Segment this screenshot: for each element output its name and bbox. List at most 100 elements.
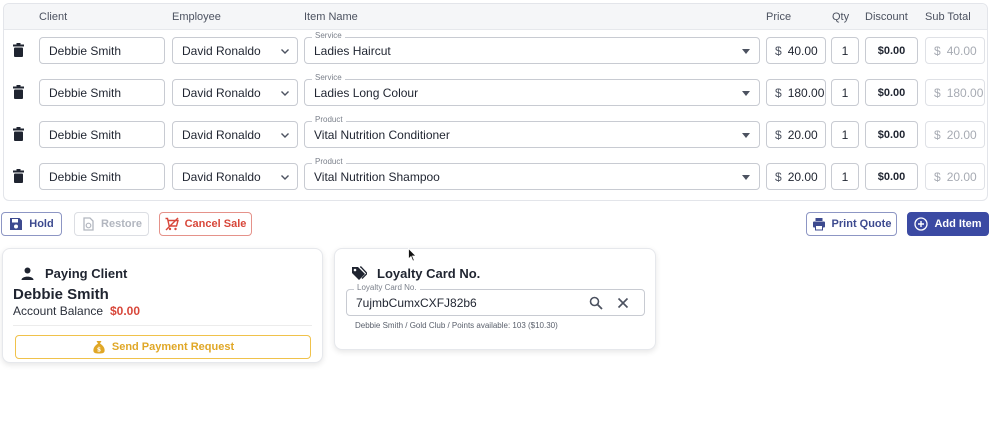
send-payment-request-label: Send Payment Request [111, 341, 235, 353]
dropdown-arrow-icon [742, 133, 750, 138]
tags-icon [352, 266, 367, 280]
cart-cancel-icon [165, 217, 179, 231]
employee-select[interactable]: David Ronaldo [172, 37, 298, 64]
currency-symbol: $ [775, 43, 782, 58]
qty-field[interactable]: 1 [831, 121, 859, 148]
price-field[interactable]: $180.00 [766, 79, 826, 106]
header-sub-total: Sub Total [925, 11, 971, 23]
client-field[interactable]: Debbie Smith [39, 79, 165, 106]
currency-symbol: $ [775, 85, 782, 100]
item-type-label: Service [312, 31, 345, 41]
dropdown-arrow-icon [742, 49, 750, 54]
chevron-down-icon [281, 133, 289, 138]
employee-value: David Ronaldo [182, 169, 261, 184]
currency-symbol: $ [934, 127, 941, 142]
header-employee: Employee [172, 11, 221, 23]
loyalty-field-label: Loyalty Card No. [354, 283, 420, 293]
price-value: 20.00 [787, 127, 818, 142]
add-item-label: Add Item [934, 218, 982, 230]
header-qty: Qty [832, 11, 850, 23]
trash-icon[interactable] [13, 127, 24, 141]
cancel-sale-button[interactable]: Cancel Sale [159, 212, 252, 236]
loyalty-card-title: Loyalty Card No. [377, 266, 481, 281]
hold-label: Hold [29, 218, 54, 230]
item-name-value: Ladies Long Colour [314, 85, 419, 100]
loyalty-card-input[interactable]: Loyalty Card No. 7ujmbCumxCXFJ82b6 [346, 283, 645, 316]
price-value: 20.00 [787, 169, 818, 184]
add-item-button[interactable]: Add Item [907, 212, 989, 236]
employee-select[interactable]: David Ronaldo [172, 121, 298, 148]
person-icon [21, 267, 34, 280]
subtotal-value: 180.00 [946, 85, 984, 100]
item-name-value: Ladies Haircut [314, 43, 391, 58]
subtotal-field: $180.00 [925, 79, 985, 106]
divider [13, 325, 312, 326]
subtotal-value: 20.00 [946, 169, 977, 184]
floppy-disk-icon [10, 218, 23, 230]
restore-icon [83, 217, 94, 231]
item-select[interactable]: Service Ladies Long Colour [304, 73, 760, 106]
table-row: Debbie Smith David Ronaldo Product Vital … [4, 115, 987, 158]
employee-value: David Ronaldo [182, 127, 261, 142]
currency-symbol: $ [775, 169, 782, 184]
currency-symbol: $ [934, 85, 941, 100]
qty-field[interactable]: 1 [831, 37, 859, 64]
price-value: 40.00 [787, 43, 818, 58]
table-row: Debbie Smith David Ronaldo Service Ladies… [4, 31, 987, 74]
table-row: Debbie Smith David Ronaldo Service Ladies… [4, 73, 987, 116]
trash-icon[interactable] [13, 169, 24, 183]
discount-field[interactable]: $0.00 [865, 37, 918, 64]
loyalty-card-panel: Loyalty Card No. Loyalty Card No. 7ujmbC… [334, 248, 656, 350]
send-payment-request-button[interactable]: $ Send Payment Request [15, 335, 311, 359]
item-select[interactable]: Product Vital Nutrition Shampoo [304, 157, 760, 190]
dropdown-arrow-icon [742, 175, 750, 180]
item-select[interactable]: Service Ladies Haircut [304, 31, 760, 64]
employee-value: David Ronaldo [182, 85, 261, 100]
item-name-value: Vital Nutrition Conditioner [314, 127, 450, 142]
discount-field[interactable]: $0.00 [865, 79, 918, 106]
price-value: 180.00 [787, 85, 825, 100]
loyalty-card-value: 7ujmbCumxCXFJ82b6 [356, 295, 477, 310]
price-field[interactable]: $20.00 [766, 121, 826, 148]
item-type-label: Product [312, 115, 346, 125]
subtotal-field: $20.00 [925, 121, 985, 148]
account-balance-value: $0.00 [110, 304, 141, 318]
paying-client-title: Paying Client [45, 266, 128, 281]
hold-button[interactable]: Hold [1, 212, 62, 236]
item-type-label: Product [312, 157, 346, 167]
subtotal-field: $40.00 [925, 37, 985, 64]
print-quote-button[interactable]: Print Quote [806, 212, 897, 236]
cancel-sale-label: Cancel Sale [184, 218, 247, 230]
client-field[interactable]: Debbie Smith [39, 121, 165, 148]
employee-select[interactable]: David Ronaldo [172, 163, 298, 190]
employee-select[interactable]: David Ronaldo [172, 79, 298, 106]
qty-field[interactable]: 1 [831, 163, 859, 190]
price-field[interactable]: $20.00 [766, 163, 826, 190]
subtotal-value: 20.00 [946, 127, 977, 142]
item-select[interactable]: Product Vital Nutrition Conditioner [304, 115, 760, 148]
item-name-value: Vital Nutrition Shampoo [314, 169, 440, 184]
close-icon[interactable] [617, 297, 629, 309]
svg-text:$: $ [97, 347, 101, 354]
client-field[interactable]: Debbie Smith [39, 37, 165, 64]
table-header: Client Employee Item Name Price Qty Disc… [4, 4, 987, 30]
discount-field[interactable]: $0.00 [865, 121, 918, 148]
printer-icon [812, 218, 825, 231]
discount-field[interactable]: $0.00 [865, 163, 918, 190]
table-row: Debbie Smith David Ronaldo Product Vital … [4, 157, 987, 200]
trash-icon[interactable] [13, 85, 24, 99]
header-client: Client [39, 11, 68, 23]
qty-field[interactable]: 1 [831, 79, 859, 106]
chevron-down-icon [281, 49, 289, 54]
currency-symbol: $ [934, 43, 941, 58]
client-field[interactable]: Debbie Smith [39, 163, 165, 190]
search-icon[interactable] [589, 296, 603, 310]
price-field[interactable]: $40.00 [766, 37, 826, 64]
currency-symbol: $ [934, 169, 941, 184]
paying-client-card: Paying Client Debbie Smith Account Balan… [2, 248, 323, 363]
header-item-name: Item Name [304, 11, 358, 23]
trash-icon[interactable] [13, 43, 24, 57]
restore-label: Restore [101, 218, 142, 230]
restore-button[interactable]: Restore [74, 212, 149, 236]
plus-circle-icon [914, 217, 929, 231]
